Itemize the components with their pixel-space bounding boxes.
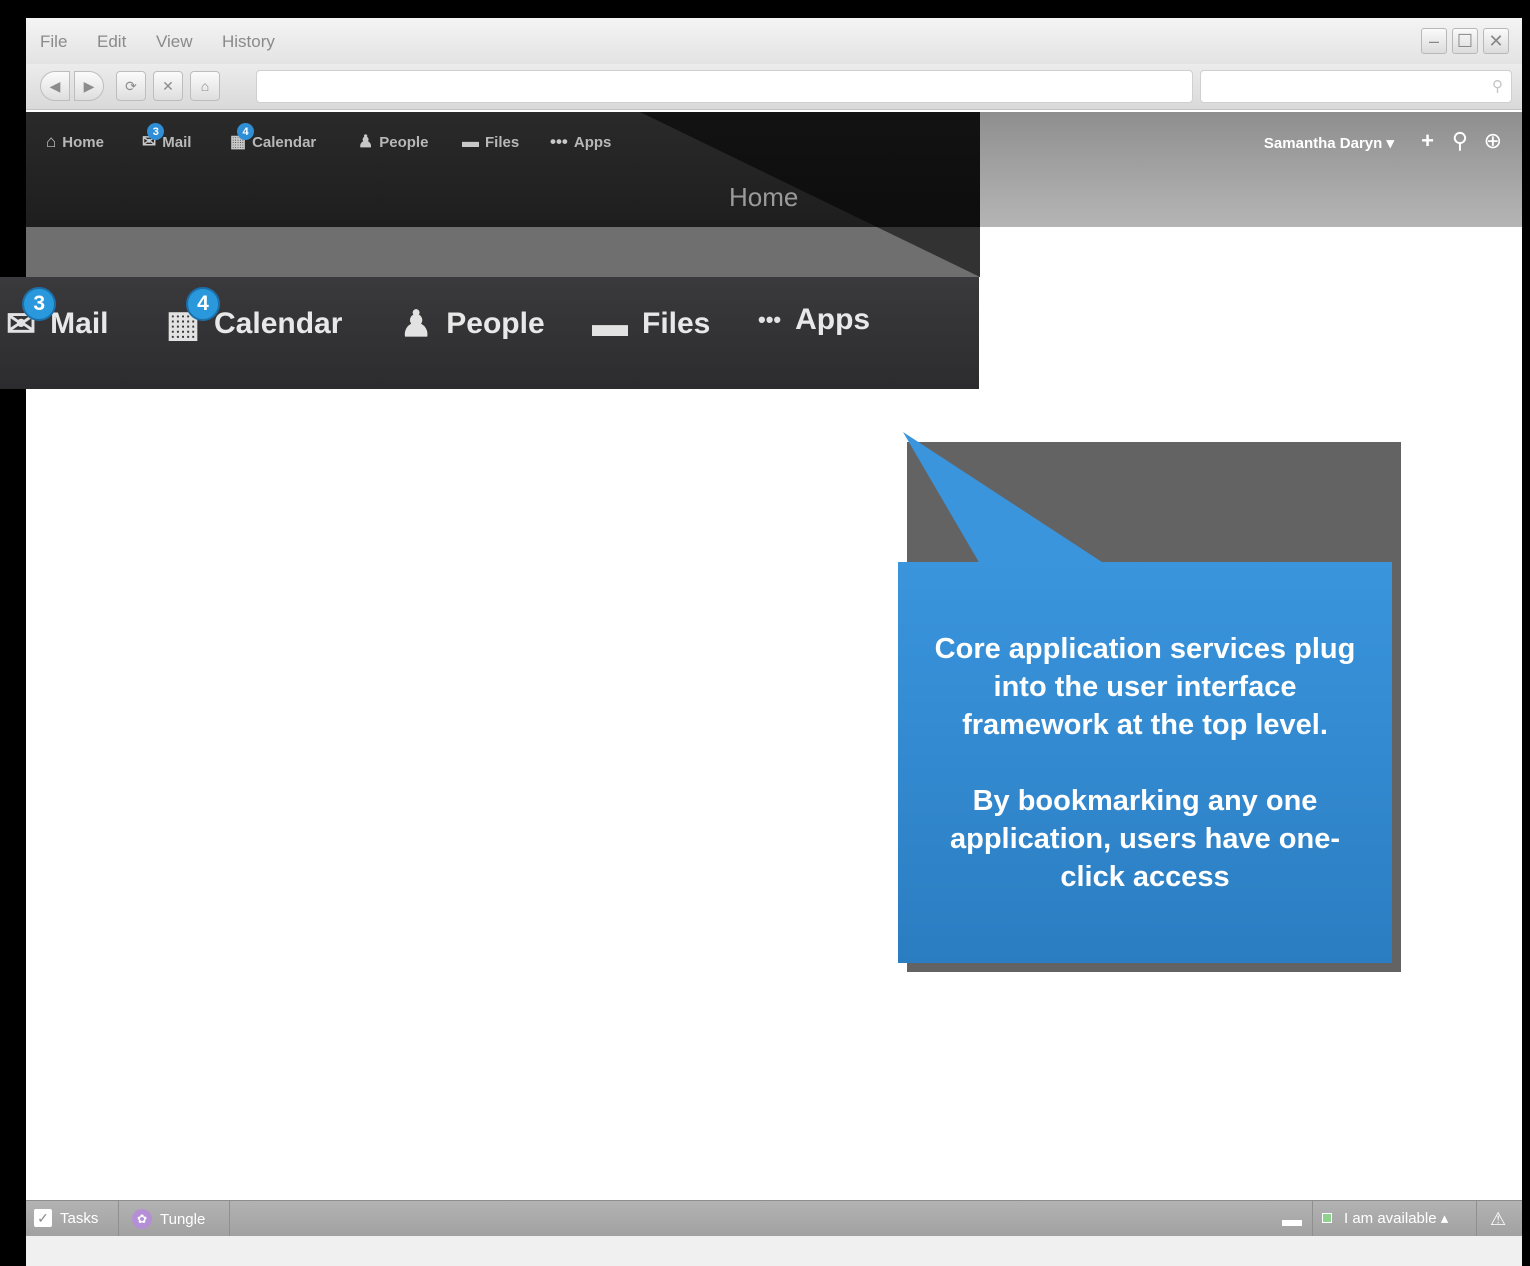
calendar-icon: ▦ 4 xyxy=(230,123,255,152)
add-icon[interactable]: + xyxy=(1421,128,1434,154)
alert-icon[interactable]: ⚠ xyxy=(1490,1209,1506,1230)
callout-text-2: By bookmarking any one application, user… xyxy=(950,785,1340,893)
zoom-nav-files[interactable]: ▬ Files xyxy=(592,303,710,345)
top-navigation: ⌂ Home ✉ 3 Mail ▦ 4 Calendar ♟ People ▬ Files •… xyxy=(26,112,980,227)
minimize-button[interactable]: – xyxy=(1421,28,1447,54)
folder-icon: ▬ xyxy=(592,303,628,344)
chat-icon[interactable]: ▬ xyxy=(1282,1209,1302,1232)
back-button[interactable]: ◀ xyxy=(40,71,70,101)
nav-people[interactable]: ♟ People xyxy=(358,132,428,152)
nav-apps[interactable]: ••• Apps xyxy=(550,132,611,152)
availability-menu[interactable]: I am available ▴ xyxy=(1322,1209,1448,1227)
people-icon: ♟ xyxy=(400,303,433,344)
tasks-button[interactable]: ✓ Tasks xyxy=(34,1209,98,1227)
callout-text-1: Core application services plug into the … xyxy=(934,633,1356,741)
status-dot xyxy=(1322,1213,1332,1223)
divider xyxy=(1312,1201,1313,1237)
nav-home[interactable]: ⌂ Home xyxy=(46,132,104,152)
home-button[interactable]: ⌂ xyxy=(190,71,220,101)
status-bar: ✓ Tasks ✿ Tungle ▬ I am available ▴ ⚠ xyxy=(26,1200,1522,1237)
zoom-divider xyxy=(0,227,980,277)
zoom-divider-edge xyxy=(0,227,26,277)
callout-box: Core application services plug into the … xyxy=(898,562,1392,963)
tungle-icon: ✿ xyxy=(132,1209,152,1229)
stop-button[interactable]: ✕ xyxy=(153,71,183,101)
top-black-band xyxy=(0,0,1530,18)
calendar-badge: 4 xyxy=(186,287,221,321)
home-icon: ⌂ xyxy=(46,132,57,151)
nav-files[interactable]: ▬ Files xyxy=(462,132,519,152)
mail-icon: ✉ 3 xyxy=(6,287,57,345)
mail-badge: 3 xyxy=(22,287,57,321)
zoom-nav-apps[interactable]: ••• Apps xyxy=(758,303,870,337)
close-window-button[interactable]: ✕ xyxy=(1483,28,1509,54)
menu-history[interactable]: History xyxy=(222,32,275,52)
people-icon: ♟ xyxy=(358,132,374,151)
maximize-button[interactable]: ☐ xyxy=(1452,28,1478,54)
browser-search-field[interactable]: ⚲ xyxy=(1200,70,1512,103)
calendar-badge: 4 xyxy=(237,123,255,140)
checkbox-icon: ✓ xyxy=(34,1209,52,1227)
forward-button[interactable]: ▶ xyxy=(74,71,104,101)
zoom-nav-calendar[interactable]: ▦ 4 Calendar xyxy=(166,287,342,345)
menu-file[interactable]: File xyxy=(40,32,67,52)
notifications-icon[interactable]: ⊕ xyxy=(1484,128,1502,154)
divider xyxy=(1476,1201,1477,1237)
calendar-icon: ▦ 4 xyxy=(166,287,221,345)
menu-bar: File Edit View History – ☐ ✕ xyxy=(26,18,1522,64)
user-menu[interactable]: Samantha Daryn ▾ xyxy=(1264,134,1394,152)
menu-view[interactable]: View xyxy=(156,32,193,52)
nav-mail[interactable]: ✉ 3 Mail xyxy=(142,123,191,152)
ellipsis-icon: ••• xyxy=(550,132,568,151)
browser-toolbar: ◀ ▶ ⟳ ✕ ⌂ ⚲ xyxy=(26,64,1522,110)
zoom-nav-mail[interactable]: ✉ 3 Mail xyxy=(6,287,109,345)
nav-calendar[interactable]: ▦ 4 Calendar xyxy=(230,123,316,152)
folder-icon: ▬ xyxy=(462,132,479,151)
search-icon[interactable]: ⚲ xyxy=(1452,128,1468,154)
divider xyxy=(118,1201,119,1237)
reload-button[interactable]: ⟳ xyxy=(116,71,146,101)
menu-edit[interactable]: Edit xyxy=(97,32,126,52)
zoom-nav-people[interactable]: ♟ People xyxy=(400,303,545,345)
left-black-band xyxy=(0,389,6,1266)
address-bar[interactable] xyxy=(256,70,1193,103)
bottom-panel xyxy=(26,1236,1522,1266)
divider xyxy=(229,1201,230,1237)
zoomed-navigation: ✉ 3 Mail ▦ 4 Calendar ♟ People ▬ Files ••• Apps xyxy=(0,277,979,389)
tungle-button[interactable]: ✿ Tungle xyxy=(132,1209,205,1229)
page-title: Home xyxy=(729,182,799,212)
ellipsis-icon: ••• xyxy=(758,307,782,332)
mail-icon: ✉ 3 xyxy=(142,123,165,152)
search-icon: ⚲ xyxy=(1492,78,1503,95)
